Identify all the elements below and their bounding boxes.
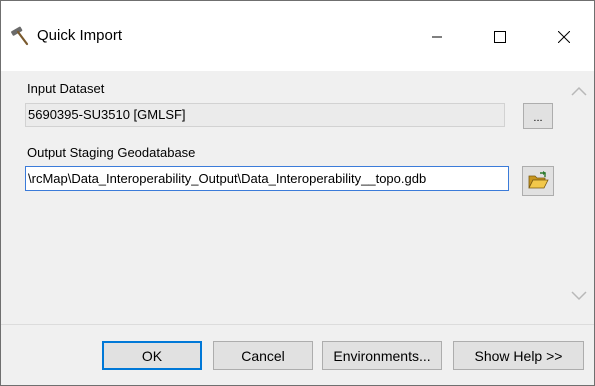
scroll-down-arrow-icon[interactable] <box>571 289 587 301</box>
title-bar: Quick Import <box>1 1 594 71</box>
scroll-up-arrow-icon[interactable] <box>571 84 587 96</box>
show-help-button[interactable]: Show Help >> <box>453 341 584 370</box>
environments-button[interactable]: Environments... <box>322 341 442 370</box>
maximize-button[interactable] <box>477 21 523 53</box>
ok-button[interactable]: OK <box>102 341 202 370</box>
input-dataset-label: Input Dataset <box>27 81 105 96</box>
button-bar: OK Cancel Environments... Show Help >> <box>1 325 594 385</box>
window-title: Quick Import <box>37 27 123 44</box>
form-area: Input Dataset 5690395-SU3510 [GMLSF] ...… <box>1 71 594 324</box>
output-geodatabase-field[interactable]: \rcMap\Data_Interoperability_Output\Data… <box>25 166 509 191</box>
quick-import-dialog: Quick Import Input Dataset 5690395-SU351… <box>0 0 595 386</box>
close-icon <box>558 31 570 43</box>
close-button[interactable] <box>541 21 587 53</box>
cancel-button[interactable]: Cancel <box>213 341 313 370</box>
vertical-scrollbar[interactable] <box>564 71 594 324</box>
output-geodatabase-browse-button[interactable] <box>522 166 554 196</box>
output-geodatabase-label: Output Staging Geodatabase <box>27 145 196 160</box>
minimize-button[interactable] <box>414 21 460 53</box>
input-dataset-browse-button[interactable]: ... <box>523 103 553 129</box>
input-dataset-field[interactable]: 5690395-SU3510 [GMLSF] <box>25 103 505 127</box>
folder-open-icon <box>528 171 549 189</box>
maximize-icon <box>494 31 506 43</box>
hammer-icon <box>9 26 31 46</box>
minimize-icon <box>432 36 442 38</box>
